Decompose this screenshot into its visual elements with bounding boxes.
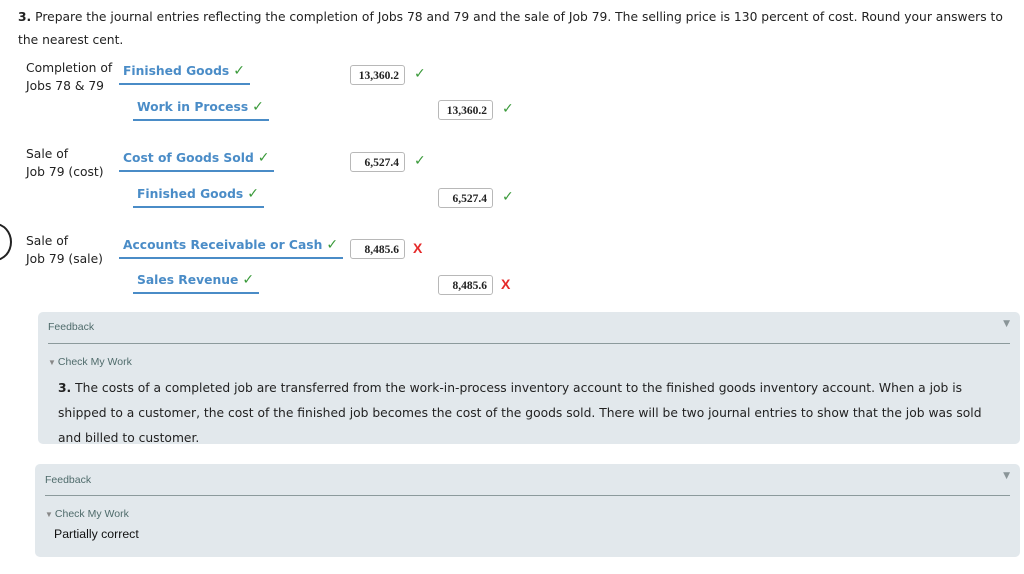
check-icon: ✓ xyxy=(326,237,339,253)
feedback-panel-status: Feedback ▼ ▼ Check My Work Partially corr… xyxy=(35,464,1020,557)
check-icon: ✓ xyxy=(502,101,514,117)
entry-label-line2: Job 79 (sale) xyxy=(26,252,103,266)
entry-label-line1: Sale of xyxy=(26,147,69,161)
check-icon: ✓ xyxy=(247,186,259,202)
debit-amount-input[interactable]: 6,527.4 xyxy=(350,152,405,172)
explanation-text: 3. The costs of a completed job are tran… xyxy=(58,376,1008,451)
account-name: Finished Goods xyxy=(123,64,230,78)
triangle-down-icon: ▼ xyxy=(45,510,53,519)
credit-account-select[interactable]: Finished Goods ✓ xyxy=(133,186,264,208)
debit-account-select[interactable]: Accounts Receivable or Cash ✓ xyxy=(119,237,344,259)
credit-amount-input[interactable]: 8,485.6 xyxy=(438,275,493,295)
debit-amount-input[interactable]: 13,360.2 xyxy=(350,65,405,85)
credit-amount-input[interactable]: 13,360.2 xyxy=(438,100,493,120)
feedback-title: Feedback xyxy=(48,321,95,333)
divider xyxy=(45,495,1010,496)
credit-amount-input[interactable]: 6,527.4 xyxy=(438,188,493,208)
explanation-body: The costs of a completed job are transfe… xyxy=(58,381,982,445)
debit-account-select[interactable]: Finished Goods ✓ xyxy=(119,63,250,85)
check-my-work-label: Check My Work xyxy=(57,356,132,368)
check-icon: ✓ xyxy=(414,153,426,169)
check-icon: ✓ xyxy=(233,63,245,79)
debit-amount-input[interactable]: 8,485.6 xyxy=(350,239,405,259)
entry-label-line1: Completion of xyxy=(26,61,113,75)
check-icon: ✓ xyxy=(414,66,426,82)
account-name: Finished Goods xyxy=(137,187,244,201)
question-body: Prepare the journal entries reflecting t… xyxy=(18,10,1003,47)
result-status: Partially correct xyxy=(54,527,139,541)
explanation-number: 3. xyxy=(58,381,72,395)
side-marker-circle xyxy=(0,223,12,261)
check-my-work-toggle[interactable]: ▼ Check My Work xyxy=(48,356,132,368)
feedback-title: Feedback xyxy=(45,474,92,486)
feedback-panel-explanation: Feedback ▼ ▼ Check My Work 3. The costs o… xyxy=(38,312,1020,445)
cross-icon: X xyxy=(413,240,423,256)
entry-label-line1: Sale of xyxy=(26,234,69,248)
account-name: Cost of Goods Sold xyxy=(123,151,254,165)
cross-icon: X xyxy=(501,276,511,292)
account-name: Sales Revenue xyxy=(137,273,239,287)
entry-label-completion: Completion of Jobs 78 & 79 xyxy=(26,59,112,95)
check-icon: ✓ xyxy=(252,99,264,115)
account-name: Work in Process xyxy=(137,100,249,114)
credit-account-select[interactable]: Work in Process ✓ xyxy=(133,99,269,121)
entry-label-line2: Jobs 78 & 79 xyxy=(26,79,104,93)
question-number: 3. xyxy=(18,10,32,24)
credit-account-select[interactable]: Sales Revenue ✓ xyxy=(133,272,260,294)
entry-label-line2: Job 79 (cost) xyxy=(26,165,104,179)
entry-label-sale-revenue: Sale of Job 79 (sale) xyxy=(26,232,103,268)
entry-label-sale-cost: Sale of Job 79 (cost) xyxy=(26,145,104,181)
check-my-work-toggle[interactable]: ▼ Check My Work xyxy=(45,508,129,520)
check-icon: ✓ xyxy=(242,272,255,288)
account-name: Accounts Receivable or Cash xyxy=(123,238,323,252)
check-icon: ✓ xyxy=(257,150,270,166)
collapse-toggle-icon[interactable]: ▼ xyxy=(1003,319,1010,329)
question-text: 3. Prepare the journal entries reflectin… xyxy=(18,6,1008,52)
collapse-toggle-icon[interactable]: ▼ xyxy=(1003,471,1010,481)
divider xyxy=(48,343,1010,344)
check-icon: ✓ xyxy=(502,189,514,205)
check-my-work-label: Check My Work xyxy=(54,508,129,520)
triangle-down-icon: ▼ xyxy=(48,358,56,367)
debit-account-select[interactable]: Cost of Goods Sold ✓ xyxy=(119,150,275,172)
